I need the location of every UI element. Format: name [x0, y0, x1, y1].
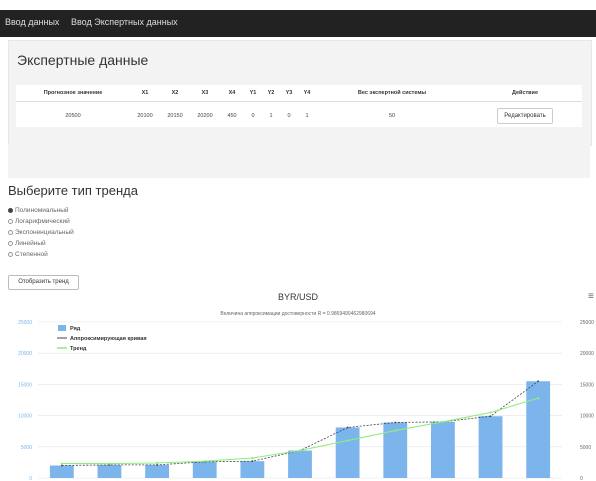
y-tick-right: 5000: [580, 445, 591, 451]
y-tick-right: 10000: [580, 414, 594, 420]
radio-logarithmic[interactable]: Логарифмический: [8, 218, 70, 225]
cell-x4: 450: [227, 113, 237, 119]
bar[interactable]: [145, 464, 169, 478]
radio-polynomial[interactable]: Полиномиальный: [8, 207, 69, 214]
radio-dot-icon[interactable]: [8, 207, 13, 213]
col-y3-header: Y3: [280, 85, 298, 102]
point-trend: [60, 462, 63, 465]
cell-y1: 0: [251, 113, 255, 119]
radio-linear[interactable]: Линейный: [8, 240, 46, 247]
panel-title: Экспертные данные: [17, 52, 149, 68]
cell-action: Редактировать: [468, 102, 582, 131]
point-trend: [108, 462, 111, 465]
point-trend: [489, 411, 492, 414]
bar[interactable]: [192, 461, 217, 478]
col-y2-header: Y2: [262, 85, 280, 102]
nav-expert-data-link[interactable]: Ввод Экспертных данных: [71, 17, 178, 27]
bar[interactable]: [526, 381, 551, 478]
bar[interactable]: [288, 450, 312, 478]
edit-button[interactable]: Редактировать: [497, 108, 553, 124]
point-trend: [441, 420, 445, 423]
bar[interactable]: [49, 465, 74, 478]
bar[interactable]: [478, 416, 503, 478]
y-tick-left: 20000: [18, 351, 32, 357]
point-approx: [489, 415, 492, 418]
chart: BYR/USD Величина аппроксимации достоверн…: [18, 292, 594, 481]
point-trend: [251, 456, 254, 460]
point-trend: [346, 439, 349, 442]
legend-series-3[interactable]: Тренд: [70, 346, 87, 352]
bar[interactable]: [335, 427, 360, 478]
y-tick-right: 15000: [580, 382, 594, 388]
col-x4-header: X4: [220, 85, 244, 102]
point-approx: [156, 463, 158, 466]
point-approx: [60, 464, 63, 467]
y-tick-left: 5000: [21, 445, 32, 451]
radio-dot-icon[interactable]: [8, 229, 13, 235]
col-x1-header: X1: [130, 85, 160, 102]
cell-y3: 0: [287, 113, 291, 119]
col-action-header: Действие: [468, 85, 582, 102]
nav-data-input-link[interactable]: Ввод данных: [5, 17, 59, 27]
radio-label: Полиномиальный: [15, 207, 69, 214]
bar[interactable]: [240, 461, 265, 478]
cell-x3: 20200: [197, 113, 213, 119]
col-y4-header: Y4: [298, 85, 316, 102]
radio-label: Экспоненциальный: [15, 229, 74, 236]
radio-label: Линейный: [15, 240, 46, 247]
y-tick-left: 0: [29, 476, 32, 481]
point-approx: [251, 460, 254, 463]
radio-dot-icon[interactable]: [8, 218, 13, 224]
y-tick-right: 0: [580, 476, 583, 481]
table-row: 20500 20100 20150 20200 450 0 1 0 1 50 Р…: [16, 102, 582, 131]
bar[interactable]: [431, 421, 455, 478]
panel-footer: [8, 145, 590, 178]
cell-y2: 1: [269, 113, 273, 119]
legend-series-1[interactable]: Ряд: [70, 326, 81, 332]
cell-weight: 50: [388, 113, 396, 119]
radio-exponential[interactable]: Экспоненциальный: [8, 229, 74, 236]
col-weight-header: Вес экспертной системы: [316, 85, 468, 102]
point-trend: [203, 460, 206, 463]
point-trend: [155, 461, 159, 465]
table-header-row: Прогнозное значение X1 X2 X3 X4 Y1 Y2 Y3…: [16, 85, 582, 102]
expert-data-table-wrap: Прогнозное значение X1 X2 X3 X4 Y1 Y2 Y3…: [16, 85, 582, 127]
cell-x2: 20150: [167, 113, 183, 119]
radio-label: Степенной: [15, 251, 48, 258]
y-tick-left: 15000: [18, 382, 32, 388]
point-trend: [394, 429, 397, 432]
chart-legend: Ряд Аппроксимирующая кривая Тренд: [57, 325, 147, 352]
trend-type-heading: Выберите тип тренда: [8, 183, 138, 198]
cell-forecast: 20500: [65, 113, 81, 119]
chart-title: BYR/USD: [278, 292, 319, 302]
radio-label: Логарифмический: [15, 218, 70, 225]
expert-data-table: Прогнозное значение X1 X2 X3 X4 Y1 Y2 Y3…: [16, 85, 582, 130]
cell-x1: 20100: [137, 113, 153, 119]
legend-bar-swatch: [58, 325, 66, 331]
col-forecast-header: Прогнозное значение: [16, 85, 130, 102]
col-y1-header: Y1: [244, 85, 262, 102]
y-tick-left: 10000: [18, 414, 32, 420]
point-approx: [394, 421, 397, 424]
chart-subtitle: Величина аппроксимации достоверности R =…: [220, 311, 375, 317]
legend-series-2[interactable]: Аппроксимирующая кривая: [70, 336, 147, 342]
col-x3-header: X3: [190, 85, 220, 102]
bar[interactable]: [97, 464, 122, 478]
col-x2-header: X2: [160, 85, 190, 102]
point-trend: [298, 449, 302, 452]
y-tick-right: 20000: [580, 351, 594, 357]
radio-dot-icon[interactable]: [8, 251, 13, 257]
navbar: Ввод данных Ввод Экспертных данных: [0, 10, 596, 37]
point-trend: [537, 397, 540, 400]
point-approx: [346, 426, 349, 429]
y-tick-right: 25000: [580, 320, 594, 326]
point-approx: [537, 380, 540, 383]
cell-y4: 1: [305, 113, 309, 119]
y-tick-left: 25000: [18, 320, 32, 326]
radio-dot-icon[interactable]: [8, 240, 13, 246]
show-trend-button[interactable]: Отобразить тренд: [8, 275, 79, 290]
radio-power[interactable]: Степенной: [8, 251, 48, 258]
